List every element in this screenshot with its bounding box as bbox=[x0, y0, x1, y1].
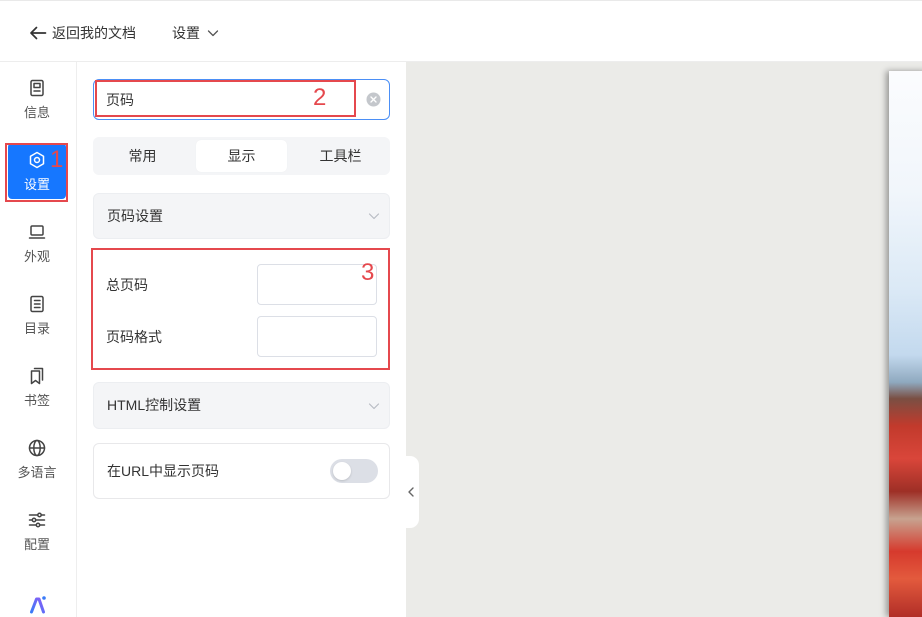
back-label: 返回我的文档 bbox=[52, 25, 136, 41]
chevron-down-icon bbox=[368, 210, 380, 222]
settings-tabs: 常用 显示 工具栏 bbox=[93, 137, 390, 175]
chevron-down-icon bbox=[368, 400, 380, 412]
bookmark-icon bbox=[28, 367, 46, 385]
sidebar-item-label: 外观 bbox=[23, 249, 50, 264]
sidebar-item-label: 设置 bbox=[23, 177, 50, 192]
page-number-settings-accordion[interactable]: 页码设置 bbox=[93, 193, 390, 239]
tab-toolbar[interactable]: 工具栏 bbox=[295, 140, 386, 172]
ai-logo-icon[interactable] bbox=[28, 594, 48, 614]
sliders-icon bbox=[28, 511, 46, 529]
url-page-number-card: 在URL中显示页码 bbox=[93, 443, 390, 499]
sidebar-item-label: 信息 bbox=[23, 105, 50, 120]
list-icon bbox=[28, 295, 46, 313]
document-preview-page[interactable] bbox=[889, 71, 922, 617]
url-page-number-label: 在URL中显示页码 bbox=[107, 463, 220, 479]
chevron-down-icon bbox=[207, 27, 219, 39]
settings-panel: 常用 显示 工具栏 页码设置 总页码 页码格式 HTML控制设置 在URL中显示… bbox=[77, 62, 406, 617]
sidebar-item-label: 目录 bbox=[23, 321, 50, 336]
globe-icon bbox=[28, 439, 46, 457]
info-icon bbox=[28, 79, 46, 97]
settings-icon bbox=[28, 151, 46, 169]
collapse-panel-handle[interactable] bbox=[404, 456, 419, 528]
sidebar: 信息 设置 外观 目录 书签 多语言 配置 bbox=[0, 62, 77, 617]
cover-image bbox=[889, 71, 922, 617]
sidebar-item-languages[interactable]: 多语言 bbox=[8, 431, 66, 487]
sidebar-item-toc[interactable]: 目录 bbox=[8, 287, 66, 343]
annotation-number-2: 2 bbox=[313, 84, 327, 111]
chevron-left-icon bbox=[406, 486, 416, 498]
toggle-knob bbox=[333, 462, 351, 480]
page-format-label: 页码格式 bbox=[106, 329, 162, 345]
accordion-title: HTML控制设置 bbox=[107, 397, 202, 413]
sidebar-item-bookmarks[interactable]: 书签 bbox=[8, 359, 66, 415]
sidebar-item-appearance[interactable]: 外观 bbox=[8, 215, 66, 271]
page-number-fields: 总页码 页码格式 bbox=[93, 250, 390, 368]
sidebar-item-label: 多语言 bbox=[17, 465, 57, 480]
annotation-number-1: 1 bbox=[50, 146, 64, 173]
page-format-input[interactable] bbox=[257, 316, 377, 357]
back-to-my-docs-button[interactable]: 返回我的文档 bbox=[28, 22, 136, 44]
sidebar-item-label: 书签 bbox=[23, 393, 50, 408]
total-pages-label: 总页码 bbox=[106, 277, 148, 293]
sidebar-item-config[interactable]: 配置 bbox=[8, 503, 66, 559]
top-bar: 返回我的文档 设置 bbox=[0, 0, 922, 62]
settings-menu-dropdown[interactable]: 设置 bbox=[172, 22, 219, 44]
document-canvas bbox=[406, 62, 922, 617]
url-page-number-toggle[interactable] bbox=[330, 459, 378, 483]
total-pages-input[interactable] bbox=[257, 264, 377, 305]
laptop-icon bbox=[28, 223, 46, 241]
settings-menu-label: 设置 bbox=[172, 25, 200, 41]
search-box[interactable] bbox=[93, 79, 390, 120]
clear-icon[interactable] bbox=[366, 92, 381, 107]
tab-display[interactable]: 显示 bbox=[196, 140, 287, 172]
sidebar-item-info[interactable]: 信息 bbox=[8, 71, 66, 127]
annotation-number-3: 3 bbox=[361, 259, 375, 286]
html-control-settings-accordion[interactable]: HTML控制设置 bbox=[93, 382, 390, 429]
accordion-title: 页码设置 bbox=[107, 208, 163, 224]
tab-common[interactable]: 常用 bbox=[97, 140, 188, 172]
arrow-left-icon bbox=[28, 23, 48, 43]
sidebar-item-label: 配置 bbox=[23, 537, 50, 552]
